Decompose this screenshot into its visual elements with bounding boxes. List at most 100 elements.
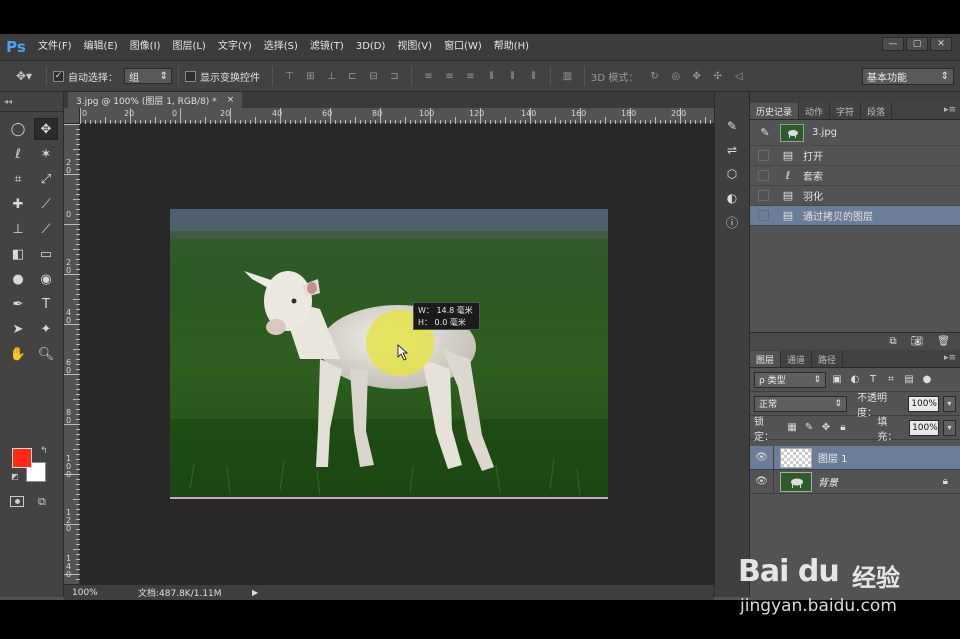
tab-paths[interactable]: 路径 [812, 351, 844, 367]
zoom-level[interactable]: 100% [64, 588, 124, 598]
tab-character[interactable]: 字符 [830, 103, 862, 119]
3d-slide-icon[interactable]: ✣ [710, 68, 725, 84]
layer-row-background[interactable]: 👁︎ 背景 🔒︎ [750, 470, 960, 494]
align-left-icon[interactable]: ⊏ [345, 68, 360, 84]
toolbox-collapse-icon[interactable]: ◂◂ [0, 92, 63, 112]
menu-view[interactable]: 视图(V) [391, 34, 438, 60]
foreground-color-swatch[interactable] [12, 448, 32, 468]
filter-toggle-icon[interactable]: ● [920, 373, 934, 387]
minimize-button[interactable]: — [882, 37, 904, 51]
3d-roll-icon[interactable]: ◎ [668, 68, 683, 84]
tab-close-icon[interactable]: × [227, 95, 235, 105]
panel-menu-icon[interactable]: ▸≡ [944, 353, 956, 363]
history-source-checkbox[interactable] [758, 210, 769, 221]
history-source-checkbox[interactable] [758, 150, 769, 161]
blend-mode-dropdown[interactable]: 正常 ⇕ [754, 395, 848, 412]
show-transform-checkbox[interactable] [185, 70, 196, 82]
distribute-left-icon[interactable]: ⦀ [484, 68, 499, 84]
panel-dock-grip[interactable] [750, 92, 960, 102]
menu-edit[interactable]: 编辑(E) [78, 34, 124, 60]
gradient-icon[interactable]: ▭ [34, 243, 58, 265]
shape-tool-icon[interactable]: ✦ [34, 318, 58, 340]
filter-pixel-icon[interactable]: ▣ [830, 373, 844, 387]
filter-adjustment-icon[interactable]: ◐ [848, 373, 862, 387]
menu-select[interactable]: 选择(S) [258, 34, 304, 60]
default-colors-icon[interactable]: ◩ [11, 472, 19, 481]
menu-file[interactable]: 文件(F) [32, 34, 78, 60]
align-hcenter-icon[interactable]: ⊟ [366, 68, 381, 84]
new-document-from-state-icon[interactable]: ⧉ [889, 336, 896, 347]
distribute-bottom-icon[interactable]: ≡ [463, 68, 478, 84]
new-snapshot-icon[interactable]: 📷︎ [911, 336, 924, 347]
magic-wand-icon[interactable]: ✶ [34, 143, 58, 165]
tab-layers[interactable]: 图层 [750, 351, 782, 367]
menu-window[interactable]: 窗口(W) [438, 34, 488, 60]
ruler-origin[interactable] [64, 108, 80, 124]
healing-brush-icon[interactable]: ✚ [6, 193, 30, 215]
history-source-brush-icon[interactable]: ✎ [758, 126, 772, 139]
layer-name[interactable]: 图层 1 [818, 450, 848, 465]
info-icon[interactable]: ⓘ [718, 212, 746, 232]
brush-tool-icon[interactable]: ⟋ [34, 193, 58, 215]
dodge-tool-icon[interactable]: ◉ [34, 268, 58, 290]
marquee-tool-icon[interactable]: ◯ [6, 118, 30, 140]
tab-history[interactable]: 历史记录 [750, 103, 800, 119]
panel-menu-icon[interactable]: ▸≡ [944, 105, 956, 115]
visibility-eye-icon[interactable]: 👁︎ [750, 470, 774, 493]
distribute-hcenter-icon[interactable]: ⦀ [505, 68, 520, 84]
move-tool-icon[interactable]: ✥ [34, 118, 58, 140]
filter-smart-icon[interactable]: ▤ [902, 373, 916, 387]
lock-transparent-icon[interactable]: ▦ [786, 421, 799, 435]
fill-slider-toggle[interactable]: ▾ [942, 419, 956, 436]
styles-icon[interactable]: ◐ [718, 188, 746, 208]
menu-type[interactable]: 文字(Y) [212, 34, 258, 60]
menu-image[interactable]: 图像(I) [124, 34, 167, 60]
align-bottom-icon[interactable]: ⊥ [324, 68, 339, 84]
document-image-lamb[interactable] [170, 209, 608, 499]
history-step[interactable]: ℓ 套索 [750, 166, 960, 186]
history-step[interactable]: ▤ 羽化 [750, 186, 960, 206]
eraser-icon[interactable]: ◧ [6, 243, 30, 265]
lock-image-icon[interactable]: ✎ [803, 421, 816, 435]
layer-filter-dropdown[interactable]: ρ 类型 ⇕ [754, 371, 826, 388]
opacity-slider-toggle[interactable]: ▾ [942, 395, 956, 412]
align-right-icon[interactable]: ⊐ [387, 68, 402, 84]
type-tool-icon[interactable]: T [34, 293, 58, 315]
brush-presets-icon[interactable]: ✎ [718, 116, 746, 136]
layer-name[interactable]: 背景 [818, 474, 838, 489]
3d-rotate-icon[interactable]: ↻ [647, 68, 662, 84]
eyedropper-icon[interactable]: ⤢ [34, 168, 58, 190]
lock-all-icon[interactable]: 🔒︎ [836, 421, 849, 435]
filter-type-icon[interactable]: T [866, 373, 880, 387]
tab-actions[interactable]: 动作 [799, 103, 831, 119]
history-source-checkbox[interactable] [758, 170, 769, 181]
zoom-tool-icon[interactable]: 🔍︎ [34, 343, 58, 365]
strip-collapse-icon[interactable] [715, 92, 749, 112]
align-top-icon[interactable]: ⊤ [282, 68, 297, 84]
menu-help[interactable]: 帮助(H) [488, 34, 535, 60]
fill-input[interactable]: 100% [909, 419, 939, 436]
path-select-icon[interactable]: ➤ [6, 318, 30, 340]
status-menu-arrow-icon[interactable]: ▶ [252, 588, 258, 597]
history-brush-icon[interactable]: ⟋ [34, 218, 58, 240]
workspace-dropdown[interactable]: 基本功能 ⇕ [862, 68, 954, 85]
layer-row-layer1[interactable]: 👁︎ 图层 1 [750, 446, 960, 470]
lasso-tool-icon[interactable]: ℓ [6, 143, 30, 165]
document-info[interactable]: 文档:487.8K/1.11M [124, 586, 244, 599]
pen-tool-icon[interactable]: ✒ [6, 293, 30, 315]
auto-select-dropdown[interactable]: 组 ⇕ [124, 68, 172, 84]
blur-tool-icon[interactable]: ● [6, 268, 30, 290]
restore-button[interactable]: ▢ [906, 37, 928, 51]
distribute-vcenter-icon[interactable]: ≡ [442, 68, 457, 84]
crop-tool-icon[interactable]: ⌗ [6, 168, 30, 190]
history-snapshot[interactable]: ✎ 3.jpg [750, 120, 960, 146]
ruler-horizontal[interactable]: 0 20 0 20 40 60 80 100 120 140 160 180 2… [80, 108, 714, 124]
history-step[interactable]: ▤ 打开 [750, 146, 960, 166]
3d-scale-icon[interactable]: ◁ [731, 68, 746, 84]
distribute-top-icon[interactable]: ≡ [421, 68, 436, 84]
adjustments-icon[interactable]: ⇌ [718, 140, 746, 160]
lock-position-icon[interactable]: ✥ [820, 421, 833, 435]
tab-channels[interactable]: 通道 [781, 351, 813, 367]
distribute-right-icon[interactable]: ⦀ [526, 68, 541, 84]
visibility-eye-icon[interactable]: 👁︎ [750, 446, 774, 469]
